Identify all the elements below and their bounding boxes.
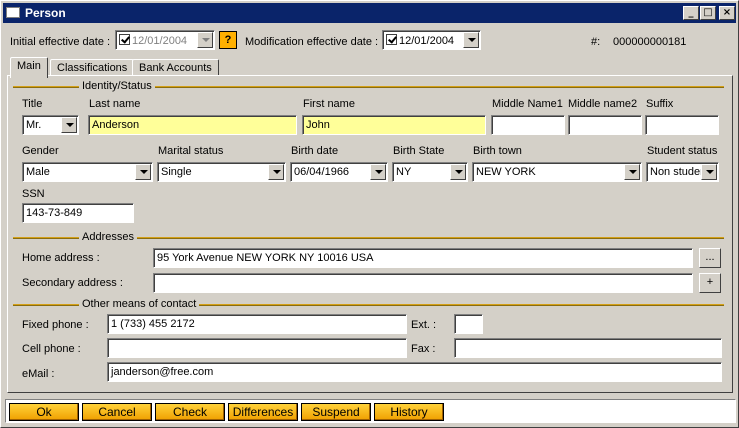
history-button[interactable]: History bbox=[374, 403, 444, 421]
middle-name1-field[interactable] bbox=[491, 115, 565, 135]
maximize-button[interactable]: □ bbox=[700, 6, 716, 20]
middle-name2-field[interactable] bbox=[568, 115, 642, 135]
marital-status-value: Single bbox=[161, 166, 192, 178]
title-value: Mr. bbox=[26, 119, 42, 131]
email-field[interactable]: janderson@free.com bbox=[107, 362, 722, 382]
initial-date-checkbox[interactable] bbox=[119, 34, 130, 45]
record-id-value: 000000000181 bbox=[613, 36, 687, 48]
student-status-dropdown-icon[interactable] bbox=[701, 164, 717, 180]
birth-state-label: Birth State bbox=[393, 145, 445, 157]
ok-button[interactable]: Ok bbox=[9, 403, 79, 421]
gender-label: Gender bbox=[22, 145, 59, 157]
initial-date-dropdown-icon[interactable] bbox=[197, 32, 213, 48]
suspend-button[interactable]: Suspend bbox=[301, 403, 371, 421]
cancel-button[interactable]: Cancel bbox=[82, 403, 152, 421]
close-button[interactable]: × bbox=[719, 6, 735, 20]
initial-date-value: 12/01/2004 bbox=[132, 35, 188, 47]
gender-dropdown-icon[interactable] bbox=[135, 164, 151, 180]
initial-date-field[interactable]: 12/01/2004 bbox=[115, 30, 215, 50]
birth-town-dropdown-icon[interactable] bbox=[624, 164, 640, 180]
first-name-label: First name bbox=[303, 98, 355, 110]
last-name-label: Last name bbox=[89, 98, 141, 110]
help-button[interactable]: ? bbox=[219, 31, 237, 49]
birth-date-value: 06/04/1966 bbox=[294, 166, 350, 178]
ext-field[interactable] bbox=[454, 314, 483, 334]
title-bar[interactable]: Person _ □ × bbox=[3, 3, 736, 23]
middle-name1-label: Middle Name1 bbox=[492, 98, 563, 110]
person-window: Person _ □ × Initial effective date : 12… bbox=[0, 0, 739, 428]
suffix-label: Suffix bbox=[646, 98, 674, 110]
suffix-field[interactable] bbox=[645, 115, 719, 135]
gender-select[interactable]: Male bbox=[22, 162, 153, 182]
action-bar: Ok Cancel Check Differences Suspend Hist… bbox=[5, 399, 736, 423]
fixed-phone-field[interactable]: 1 (733) 455 2172 bbox=[107, 314, 407, 334]
secondary-address-field[interactable] bbox=[153, 273, 693, 293]
record-id-label: #: bbox=[591, 36, 601, 48]
cell-phone-label: Cell phone : bbox=[22, 343, 81, 355]
modification-date-field[interactable]: 12/01/2004 bbox=[382, 30, 481, 50]
birth-town-label: Birth town bbox=[473, 145, 522, 157]
minimize-button[interactable]: _ bbox=[683, 6, 699, 20]
fax-label: Fax : bbox=[411, 343, 436, 355]
gender-value: Male bbox=[26, 166, 50, 178]
home-address-label: Home address : bbox=[22, 252, 100, 264]
ssn-label: SSN bbox=[22, 188, 45, 200]
marital-status-dropdown-icon[interactable] bbox=[268, 164, 284, 180]
contact-section-title: Other means of contact bbox=[79, 298, 200, 310]
fixed-phone-label: Fixed phone : bbox=[22, 319, 89, 331]
tab-main[interactable]: Main bbox=[10, 57, 48, 78]
birth-state-select[interactable]: NY bbox=[392, 162, 468, 182]
birth-town-select[interactable]: NEW YORK bbox=[472, 162, 642, 182]
check-button[interactable]: Check bbox=[155, 403, 225, 421]
modification-date-checkbox[interactable] bbox=[386, 34, 397, 45]
modification-date-label: Modification effective date : bbox=[245, 36, 379, 48]
birth-date-field[interactable]: 06/04/1966 bbox=[290, 162, 388, 182]
modification-date-dropdown-icon[interactable] bbox=[463, 32, 479, 48]
addresses-section-title: Addresses bbox=[79, 231, 137, 243]
student-status-label: Student status bbox=[647, 145, 718, 157]
initial-date-label: Initial effective date : bbox=[10, 36, 111, 48]
add-secondary-address-button[interactable]: + bbox=[699, 273, 721, 293]
modification-date-value: 12/01/2004 bbox=[399, 35, 455, 47]
window-title: Person bbox=[25, 6, 66, 20]
title-select[interactable]: Mr. bbox=[22, 115, 79, 135]
student-status-select[interactable]: Non student bbox=[646, 162, 719, 182]
fax-field[interactable] bbox=[454, 338, 722, 358]
window-icon bbox=[6, 7, 20, 18]
last-name-field[interactable]: Anderson bbox=[88, 115, 297, 135]
email-label: eMail : bbox=[22, 368, 55, 380]
birth-town-value: NEW YORK bbox=[476, 166, 536, 178]
secondary-address-label: Secondary address : bbox=[22, 277, 123, 289]
birth-date-dropdown-icon[interactable] bbox=[370, 164, 386, 180]
title-dropdown-icon[interactable] bbox=[61, 117, 77, 133]
marital-status-label: Marital status bbox=[158, 145, 224, 157]
ext-label: Ext. : bbox=[411, 319, 437, 331]
birth-date-label: Birth date bbox=[291, 145, 339, 157]
first-name-field[interactable]: John bbox=[302, 115, 486, 135]
marital-status-select[interactable]: Single bbox=[157, 162, 286, 182]
middle-name2-label: Middle name2 bbox=[568, 98, 638, 110]
birth-state-dropdown-icon[interactable] bbox=[450, 164, 466, 180]
differences-button[interactable]: Differences bbox=[228, 403, 298, 421]
cell-phone-field[interactable] bbox=[107, 338, 407, 358]
home-address-field[interactable]: 95 York Avenue NEW YORK NY 10016 USA bbox=[153, 248, 693, 268]
identity-section-title: Identity/Status bbox=[79, 80, 155, 92]
title-label: Title bbox=[22, 98, 43, 110]
home-address-browse-button[interactable]: ... bbox=[699, 248, 721, 268]
ssn-field[interactable]: 143-73-849 bbox=[22, 203, 134, 223]
birth-state-value: NY bbox=[396, 166, 412, 178]
